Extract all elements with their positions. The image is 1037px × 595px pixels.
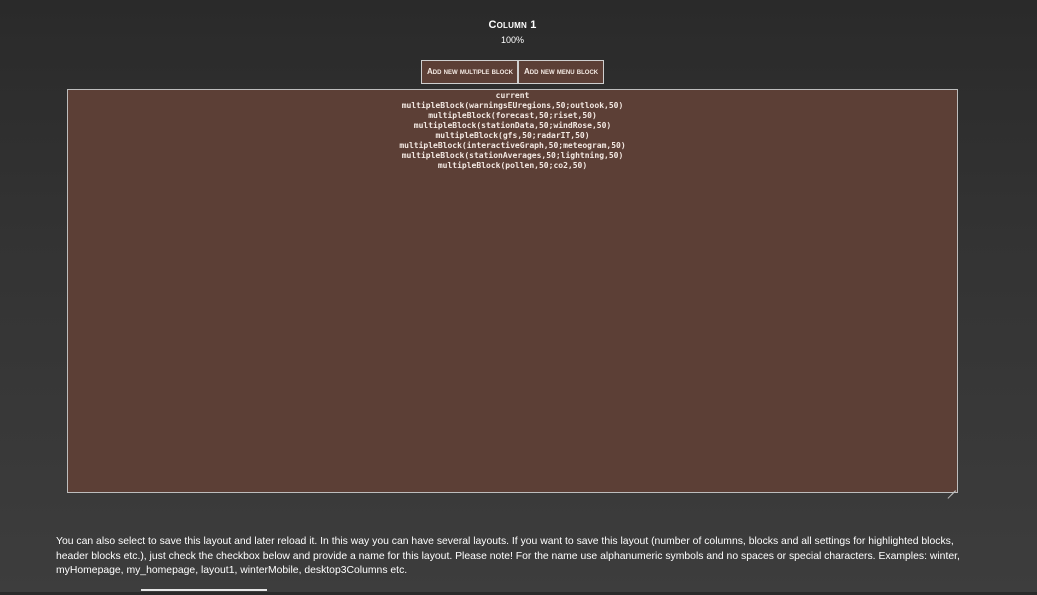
layout-line: multipleBlock(stationData,50;windRose,50…: [413, 121, 612, 130]
layout-line-current: current: [495, 91, 530, 100]
layout-name-input[interactable]: [141, 589, 267, 595]
save-layout-info: You can also select to save this layout …: [56, 536, 960, 576]
block-button-row: Add new multiple block Add new menu bloc…: [421, 60, 604, 84]
column-title: Column 1: [488, 19, 537, 31]
layout-textarea[interactable]: current multipleBlock(warningsEUregions,…: [67, 89, 958, 493]
add-menu-block-button[interactable]: Add new menu block: [518, 60, 604, 84]
textarea-resize-handle[interactable]: [947, 482, 956, 491]
layout-line: multipleBlock(forecast,50;riset,50): [428, 111, 597, 120]
layout-line: multipleBlock(pollen,50;co2,50): [437, 161, 588, 170]
column-header: Column 1 100%: [0, 18, 1025, 47]
add-multiple-block-button[interactable]: Add new multiple block: [421, 60, 518, 84]
layout-line: multipleBlock(gfs,50;radarIT,50): [435, 131, 590, 140]
layout-line: multipleBlock(interactiveGraph,50;meteog…: [399, 141, 626, 150]
layout-line: multipleBlock(warningsEUregions,50;outlo…: [401, 101, 624, 110]
column-width: 100%: [500, 35, 525, 45]
layout-line: multipleBlock(stationAverages,50;lightni…: [401, 151, 624, 160]
